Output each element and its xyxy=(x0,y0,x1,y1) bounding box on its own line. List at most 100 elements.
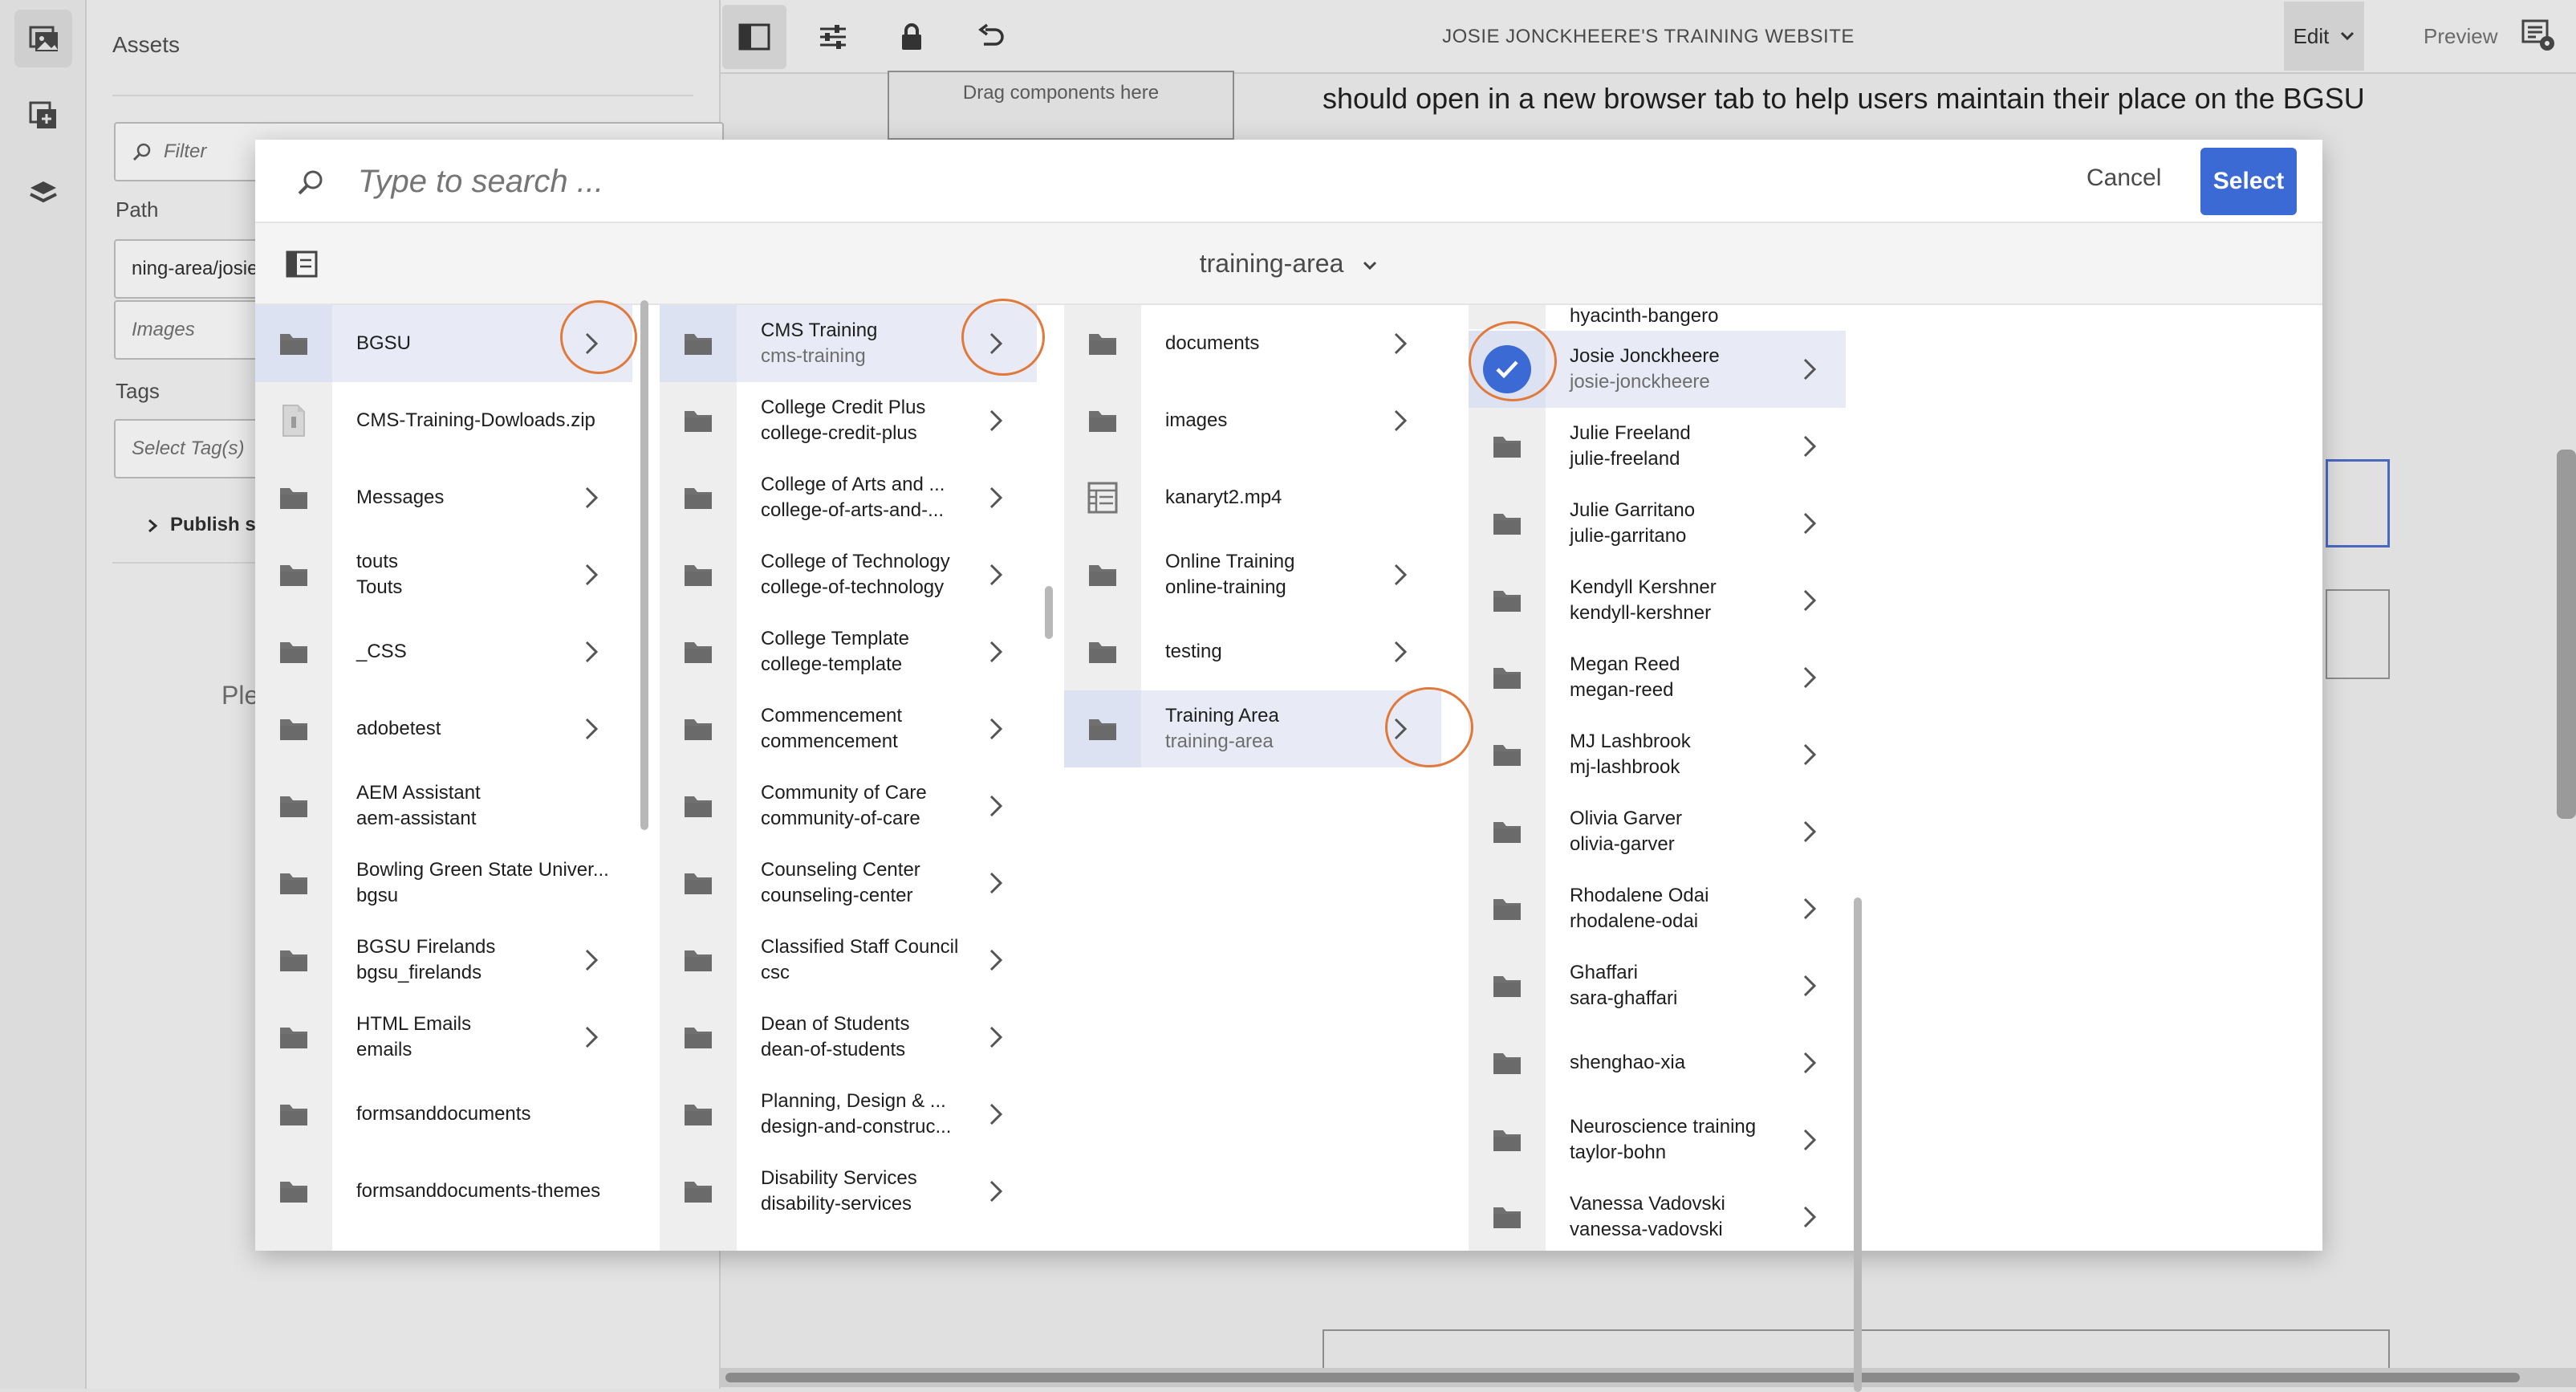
navigate-button[interactable] xyxy=(1388,329,1412,358)
folder-icon xyxy=(280,873,307,894)
navigate-button[interactable] xyxy=(984,714,1008,743)
publish-status-toggle[interactable]: Publish sta xyxy=(144,514,273,536)
list-item[interactable]: MJ Lashbrook mj-lashbrook xyxy=(1469,716,1846,793)
navigate-button[interactable] xyxy=(984,1100,1008,1129)
list-item[interactable]: College of Arts and ... college-of-arts-a… xyxy=(660,459,1037,536)
list-item[interactable]: Dean of Students dean-of-students xyxy=(660,999,1037,1076)
list-item[interactable]: Julie Garritano julie-garritano xyxy=(1469,485,1846,562)
list-item[interactable]: Megan Reed megan-reed xyxy=(1469,639,1846,716)
page-component-selected[interactable] xyxy=(2326,459,2390,547)
list-item[interactable]: images xyxy=(1064,382,1441,459)
list-item[interactable]: touts Touts xyxy=(255,536,632,613)
navigate-button[interactable] xyxy=(984,637,1008,666)
list-item[interactable]: Geometrixx Outdoors xyxy=(255,1230,632,1251)
scrollbar-thumb[interactable] xyxy=(725,1373,2520,1382)
list-item[interactable]: AEM Assistant aem-assistant xyxy=(255,767,632,845)
navigate-button[interactable] xyxy=(579,560,603,589)
navigate-button[interactable] xyxy=(1798,509,1822,538)
annotations-button[interactable] xyxy=(2520,16,2560,56)
breadcrumb[interactable]: training-area xyxy=(255,249,2322,279)
navigate-button[interactable] xyxy=(1798,894,1822,923)
edit-mode-dropdown[interactable]: Edit xyxy=(2284,2,2364,71)
search-input[interactable] xyxy=(356,157,1721,206)
navigate-button[interactable] xyxy=(1388,637,1412,666)
list-item[interactable]: _CSS xyxy=(255,613,632,690)
list-item[interactable]: kanaryt2.mp4 xyxy=(1064,459,1441,536)
list-item[interactable]: Planning, Design & ... design-and-constru… xyxy=(660,1076,1037,1153)
navigate-button[interactable] xyxy=(1388,560,1412,589)
list-item[interactable]: Olivia Garver olivia-garver xyxy=(1469,793,1846,870)
list-item[interactable]: shenghao-xia xyxy=(1469,1024,1846,1101)
navigate-button[interactable] xyxy=(579,637,603,666)
annotations-icon xyxy=(2521,19,2554,51)
list-item[interactable]: Julie Freeland julie-freeland xyxy=(1469,408,1846,485)
cancel-button[interactable]: Cancel xyxy=(2082,164,2166,193)
components-rail-button[interactable] xyxy=(14,87,72,144)
navigate-button[interactable] xyxy=(1798,971,1822,1000)
navigate-button[interactable] xyxy=(1388,406,1412,435)
column-4-scrollbar[interactable] xyxy=(1854,897,1862,1392)
folder-icon xyxy=(685,1028,712,1048)
list-item[interactable]: testing xyxy=(1064,613,1441,690)
list-item[interactable]: Counseling Center counseling-center xyxy=(660,845,1037,922)
list-item[interactable]: documents xyxy=(1064,305,1441,382)
navigate-button[interactable] xyxy=(984,869,1008,897)
page-component[interactable] xyxy=(2326,589,2390,679)
navigate-button[interactable] xyxy=(1798,586,1822,615)
navigate-button[interactable] xyxy=(1798,1203,1822,1231)
list-item[interactable]: College Credit Plus college-credit-plus xyxy=(660,382,1037,459)
navigate-button[interactable] xyxy=(984,1177,1008,1206)
list-item[interactable]: Ghaffari sara-ghaffari xyxy=(1469,947,1846,1024)
navigate-button[interactable] xyxy=(579,714,603,743)
page-vertical-scrollbar[interactable] xyxy=(2557,450,2576,819)
navigate-button[interactable] xyxy=(984,560,1008,589)
navigate-button[interactable] xyxy=(1798,355,1822,384)
column-2-scrollbar[interactable] xyxy=(1045,586,1053,639)
list-item[interactable]: Online Training online-training xyxy=(1064,536,1441,613)
list-item[interactable]: Community of Care community-of-care xyxy=(660,767,1037,845)
preview-button[interactable]: Preview xyxy=(2424,24,2497,49)
list-item[interactable]: Classified Staff Council csc xyxy=(660,922,1037,999)
highlight-ring xyxy=(1385,687,1473,767)
list-item[interactable]: formsanddocuments xyxy=(255,1076,632,1153)
item-title: BGSU Firelands xyxy=(356,936,496,958)
navigate-button[interactable] xyxy=(1798,432,1822,461)
layers-rail-button[interactable] xyxy=(14,164,72,222)
list-item[interactable]: College of Technology college-of-technolo… xyxy=(660,536,1037,613)
navigate-button[interactable] xyxy=(579,1023,603,1052)
navigate-button[interactable] xyxy=(984,792,1008,820)
list-item[interactable]: Rhodalene Odai rhodalene-odai xyxy=(1469,870,1846,947)
assets-rail-button[interactable] xyxy=(14,10,72,67)
list-item[interactable]: Kendyll Kershner kendyll-kershner xyxy=(1469,562,1846,639)
list-item[interactable]: BGSU Firelands bgsu_firelands xyxy=(255,922,632,999)
list-item[interactable]: HTML Emails emails xyxy=(255,999,632,1076)
navigate-button[interactable] xyxy=(984,406,1008,435)
drag-components-placeholder[interactable]: Drag components here xyxy=(888,71,1234,140)
list-item[interactable]: Vanessa Vadovski vanessa-vadovski xyxy=(1469,1178,1846,1251)
list-item[interactable]: Disability Services disability-services xyxy=(660,1153,1037,1230)
navigate-button[interactable] xyxy=(1798,1048,1822,1077)
navigate-button[interactable] xyxy=(984,1023,1008,1052)
navigate-button[interactable] xyxy=(1798,817,1822,846)
navigate-button[interactable] xyxy=(984,946,1008,975)
list-item[interactable]: Commencement commencement xyxy=(660,690,1037,767)
list-item[interactable]: Messages xyxy=(255,459,632,536)
list-item[interactable]: formsanddocuments-themes xyxy=(255,1153,632,1230)
navigate-button[interactable] xyxy=(579,483,603,512)
navigate-button[interactable] xyxy=(579,946,603,975)
item-thumbnail xyxy=(255,613,332,690)
tags-label: Tags xyxy=(116,379,160,403)
list-item[interactable]: CMS-Training-Dowloads.zip xyxy=(255,382,632,459)
navigate-button[interactable] xyxy=(1798,1125,1822,1154)
list-item[interactable]: Distance Learning xyxy=(660,1230,1037,1251)
navigate-button[interactable] xyxy=(984,483,1008,512)
list-item[interactable]: Neuroscience training taylor-bohn xyxy=(1469,1101,1846,1178)
list-item[interactable]: College Template college-template xyxy=(660,613,1037,690)
page-horizontal-scrollbar[interactable] xyxy=(721,1368,2576,1387)
list-item[interactable]: adobetest xyxy=(255,690,632,767)
column-1-scrollbar[interactable] xyxy=(640,300,648,830)
navigate-button[interactable] xyxy=(1798,740,1822,769)
list-item[interactable]: Bowling Green State Univer... bgsu xyxy=(255,845,632,922)
navigate-button[interactable] xyxy=(1798,663,1822,692)
select-button[interactable]: Select xyxy=(2200,148,2297,215)
